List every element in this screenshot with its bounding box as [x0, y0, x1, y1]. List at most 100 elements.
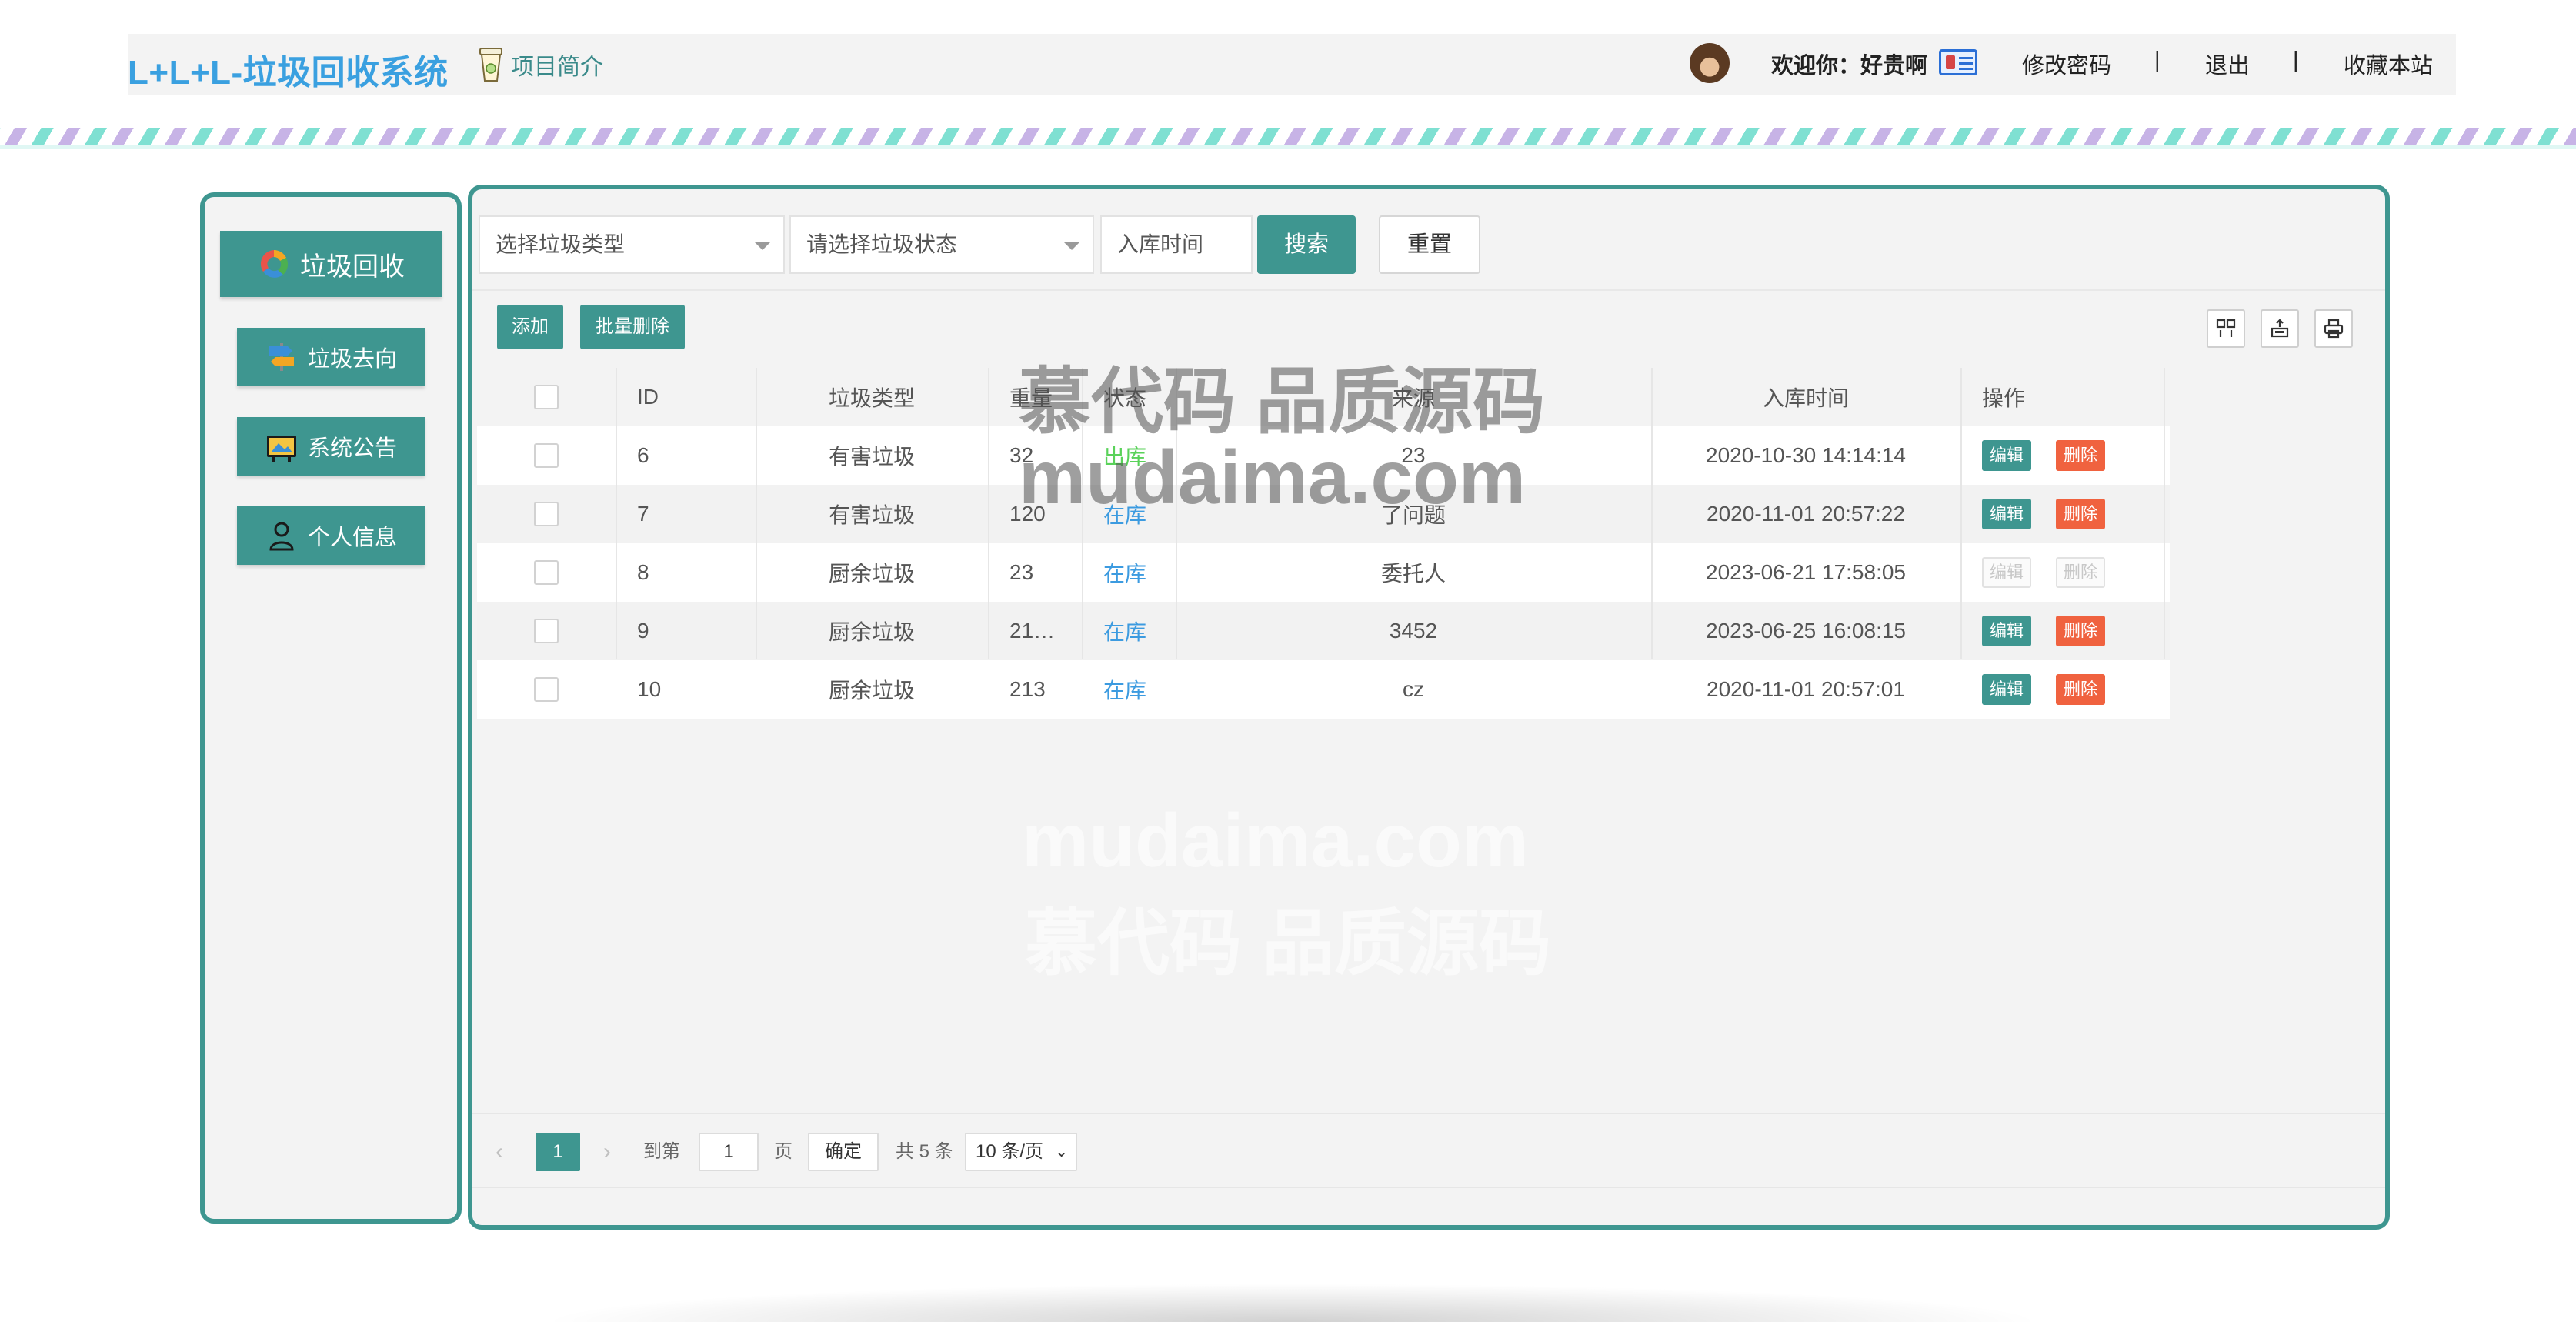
cell-time: 2020-11-01 20:57:22	[1707, 502, 1905, 526]
cell-type: 有害垃圾	[828, 503, 915, 527]
sidebar-item-label: 系统公告	[307, 436, 397, 461]
row-checkbox[interactable]	[534, 619, 559, 643]
garbage-status-select[interactable]: 请选择垃圾状态	[789, 215, 1094, 274]
search-button[interactable]: 搜索	[1257, 215, 1356, 274]
column-header-type[interactable]: 垃圾类型	[756, 368, 988, 426]
confirm-page-button[interactable]: 确定	[808, 1133, 879, 1171]
cell-time: 2023-06-21 17:58:05	[1706, 560, 1906, 584]
sidebar: 垃圾回收 垃圾去向 系统公告 个人信息	[200, 192, 462, 1224]
table-row[interactable]: 8 厨余垃圾 23 在库 委托人 2023-06-21 17:58:05 编辑 删除	[477, 543, 2170, 602]
garbage-type-select[interactable]: 选择垃圾类型	[479, 215, 785, 274]
column-header-time[interactable]: 入库时间	[1651, 368, 1960, 426]
table-row[interactable]: 10 厨余垃圾 213 在库 cz 2020-11-01 20:57:01 编辑 删除	[477, 660, 2170, 719]
cell-source: 委托人	[1380, 562, 1446, 586]
date-placeholder: 入库时间	[1117, 232, 1204, 256]
cell-actions: 编辑 删除	[1960, 543, 2164, 602]
cell-id: 7	[637, 502, 649, 526]
edit-button[interactable]: 编辑	[1982, 674, 2031, 705]
reset-button[interactable]: 重置	[1379, 215, 1480, 274]
notice-board-icon	[266, 436, 296, 462]
cell-id: 6	[637, 443, 649, 467]
per-page-value: 10 条/页	[976, 1141, 1044, 1162]
cell-actions: 编辑 删除	[1960, 485, 2164, 543]
logout-link[interactable]: 退出	[2205, 48, 2250, 80]
decorative-stripe	[0, 128, 2576, 145]
row-checkbox[interactable]	[534, 677, 559, 702]
add-button[interactable]: 添加	[497, 305, 563, 349]
divider	[472, 289, 2385, 291]
cell-status: 在库	[1103, 620, 1147, 644]
cell-id: 9	[637, 619, 649, 643]
row-checkbox[interactable]	[534, 443, 559, 468]
edit-button[interactable]: 编辑	[1982, 440, 2031, 471]
current-page[interactable]: 1	[536, 1133, 580, 1171]
sidebar-item-destination[interactable]: 垃圾去向	[237, 328, 425, 386]
select-all-checkbox[interactable]	[534, 385, 559, 409]
project-intro-link[interactable]: 项目简介	[475, 45, 603, 85]
delete-button: 删除	[2056, 557, 2105, 588]
columns-icon[interactable]	[2207, 309, 2245, 348]
column-header-id[interactable]: ID	[616, 368, 756, 426]
goto-label: 到第	[643, 1141, 680, 1162]
cell-status: 在库	[1103, 679, 1147, 703]
page-label: 页	[774, 1141, 792, 1162]
divider	[472, 1113, 2385, 1114]
row-checkbox[interactable]	[534, 560, 559, 585]
delete-button[interactable]: 删除	[2056, 499, 2105, 529]
cell-weight: 21…	[1009, 619, 1056, 643]
row-select-cell	[477, 426, 616, 485]
change-password-link[interactable]: 修改密码	[2022, 48, 2111, 80]
cell-source: cz	[1403, 677, 1424, 701]
row-checkbox[interactable]	[534, 502, 559, 526]
header-select-all-cell	[477, 368, 616, 426]
column-divider	[1651, 368, 1653, 659]
cell-type: 有害垃圾	[828, 445, 915, 469]
main-panel: 选择垃圾类型 请选择垃圾状态 入库时间 搜索 重置 添加 批量删除 ID 垃圾类…	[468, 185, 2390, 1230]
header-separator: |	[2154, 48, 2161, 72]
sidebar-item-label: 垃圾回收	[300, 252, 405, 282]
edit-button[interactable]: 编辑	[1982, 499, 2031, 529]
sidebar-item-notice[interactable]: 系统公告	[237, 417, 425, 476]
cell-type: 厨余垃圾	[828, 620, 915, 644]
edit-button: 编辑	[1982, 557, 2031, 588]
sidebar-item-recycle[interactable]: 垃圾回收	[220, 231, 442, 297]
app-logo-title[interactable]: L+L+L-垃圾回收系统	[128, 45, 449, 94]
sidebar-item-profile[interactable]: 个人信息	[237, 506, 425, 565]
next-page-icon[interactable]: ›	[603, 1133, 611, 1171]
export-icon[interactable]	[2261, 309, 2299, 348]
batch-delete-button[interactable]: 批量删除	[580, 305, 685, 349]
column-divider	[1960, 368, 1962, 659]
delete-button[interactable]: 删除	[2056, 616, 2105, 646]
bookmark-site-link[interactable]: 收藏本站	[2344, 48, 2433, 80]
cell-status: 在库	[1103, 562, 1147, 586]
row-select-cell	[477, 660, 616, 719]
cell-id: 8	[637, 560, 649, 584]
watermark-text: 慕代码 品质源码	[1019, 361, 1546, 442]
top-header: L+L+L-垃圾回收系统 项目简介 欢迎你：好贵啊 修改密码 | 退出 | 收藏…	[128, 34, 2456, 95]
column-divider	[2164, 368, 2165, 659]
chevron-down-icon: ⌄	[1055, 1143, 1068, 1160]
table-row[interactable]: 9 厨余垃圾 21… 在库 3452 2023-06-25 16:08:15 编辑 删除	[477, 602, 2170, 660]
prev-page-icon[interactable]: ‹	[496, 1133, 503, 1171]
cup-icon	[479, 48, 502, 82]
sidebar-item-label: 垃圾去向	[307, 347, 397, 372]
id-card-icon[interactable]	[1939, 49, 1977, 75]
per-page-select[interactable]: 10 条/页 ⌄	[965, 1133, 1077, 1171]
delete-button[interactable]: 删除	[2056, 674, 2105, 705]
chevron-down-icon	[754, 242, 771, 250]
column-divider	[756, 368, 757, 659]
column-divider	[616, 368, 617, 659]
goto-page-input[interactable]: 1	[699, 1133, 759, 1171]
bottom-shadow	[539, 1284, 2047, 1322]
cell-actions: 编辑 删除	[1960, 426, 2164, 485]
date-input[interactable]: 入库时间	[1100, 215, 1253, 274]
garbage-type-placeholder: 选择垃圾类型	[496, 232, 626, 256]
user-avatar[interactable]	[1690, 43, 1730, 83]
edit-button[interactable]: 编辑	[1982, 616, 2031, 646]
print-icon[interactable]	[2314, 309, 2353, 348]
recycle-icon	[260, 250, 289, 278]
cell-time: 2020-11-01 20:57:01	[1707, 677, 1905, 701]
chevron-down-icon	[1063, 242, 1080, 250]
delete-button[interactable]: 删除	[2056, 440, 2105, 471]
divider	[472, 1187, 2385, 1188]
